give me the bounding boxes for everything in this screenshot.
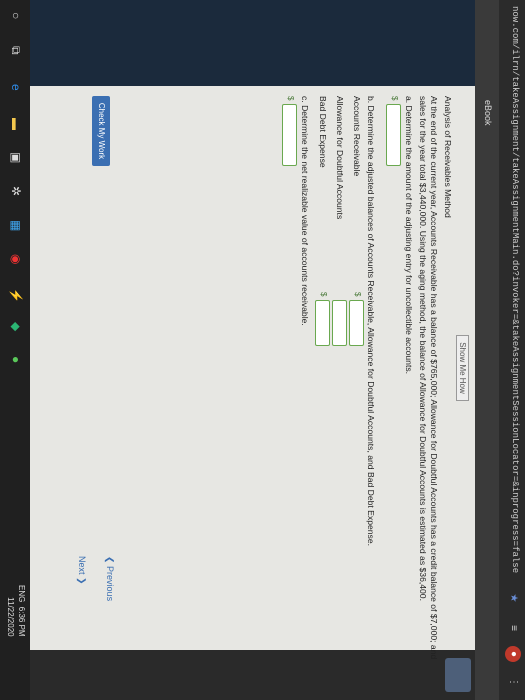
- right-panel: [30, 650, 475, 700]
- windows-taskbar: ○ ⧉ e ▬ ▣ ✲ ▦ ◉ ⚡ ◆ ● ENG 6:36 PM 11/22/…: [0, 0, 30, 700]
- dollar-sign: $: [319, 292, 328, 297]
- question-b: b. Determine the adjusted balances of Ac…: [366, 96, 376, 547]
- row-label-bad-debt-expense: Bad Debt Expense: [318, 96, 328, 168]
- browser-toolbar: now.com/ilrn/takeAssignment/takeAssignme…: [498, 0, 525, 700]
- task-view-icon[interactable]: ⧉: [8, 46, 23, 55]
- language-indicator: ENG: [17, 585, 26, 603]
- accounts-receivable-input[interactable]: [349, 300, 364, 346]
- row-label-allowance: Allowance for Doubtful Accounts: [335, 96, 345, 220]
- app-icon-3[interactable]: ⚡: [9, 288, 23, 303]
- star-icon[interactable]: ★: [505, 590, 521, 606]
- search-icon[interactable]: ○: [9, 12, 23, 19]
- next-button[interactable]: Next ❯: [76, 556, 87, 585]
- spotify-icon[interactable]: ●: [9, 356, 23, 363]
- tab-ebook[interactable]: eBook: [483, 100, 493, 126]
- net-realizable-value-input[interactable]: [282, 104, 297, 166]
- row-label-accounts-receivable: Accounts Receivable: [352, 96, 362, 177]
- problem-title: Analysis of Receivables Method: [443, 96, 453, 218]
- previous-label: Previous: [105, 566, 115, 602]
- show-me-how-button[interactable]: Show Me How: [456, 335, 469, 401]
- problem-text-line-2: sales for the year total $3,440,000. Usi…: [418, 96, 428, 601]
- system-tray[interactable]: ENG 6:36 PM 11/22/2020: [5, 585, 27, 637]
- screen: now.com/ilrn/takeAssignment/takeAssignme…: [0, 0, 525, 700]
- dollar-sign: $: [286, 96, 295, 101]
- dollar-sign: $: [390, 96, 399, 101]
- question-a: a. Determine the amount of the adjusting…: [404, 96, 414, 375]
- panel-toggle-button[interactable]: [445, 658, 471, 692]
- app-icon-4[interactable]: ◆: [9, 322, 23, 331]
- dollar-sign: $: [353, 292, 362, 297]
- address-bar[interactable]: now.com/ilrn/takeAssignment/takeAssignme…: [510, 6, 520, 573]
- question-c: c. Determine the net realizable value of…: [300, 96, 310, 326]
- chrome-icon[interactable]: ◉: [9, 254, 23, 264]
- check-my-work-button[interactable]: Check My Work: [92, 96, 110, 166]
- problem-text-line-1: At the end of the current year, Accounts…: [429, 96, 439, 660]
- app-icon[interactable]: ✲: [9, 186, 23, 196]
- assignment-tabs: eBook: [475, 0, 499, 700]
- clock-time: 6:36 PM: [17, 606, 26, 637]
- profile-icon[interactable]: ●: [505, 646, 521, 662]
- adjusting-entry-input[interactable]: [386, 104, 401, 166]
- cast-icon[interactable]: ≡: [505, 620, 521, 636]
- app-icon-2[interactable]: ▦: [9, 220, 23, 231]
- show-me-how-bar: Show Me How: [456, 86, 469, 650]
- assignment-content: Show Me How Analysis of Receivables Meth…: [30, 86, 475, 659]
- allowance-input[interactable]: [332, 300, 347, 346]
- more-menu-icon[interactable]: ⋮: [505, 674, 521, 690]
- next-label: Next: [77, 556, 87, 575]
- file-explorer-icon[interactable]: ▬: [9, 118, 23, 130]
- store-icon[interactable]: ▣: [9, 152, 23, 163]
- previous-button[interactable]: ❮ Previous: [104, 556, 115, 601]
- question-nav-strip[interactable]: [30, 0, 475, 86]
- edge-icon[interactable]: e: [9, 84, 23, 91]
- clock-date: 11/22/2020: [6, 597, 15, 637]
- bad-debt-expense-input[interactable]: [315, 300, 330, 346]
